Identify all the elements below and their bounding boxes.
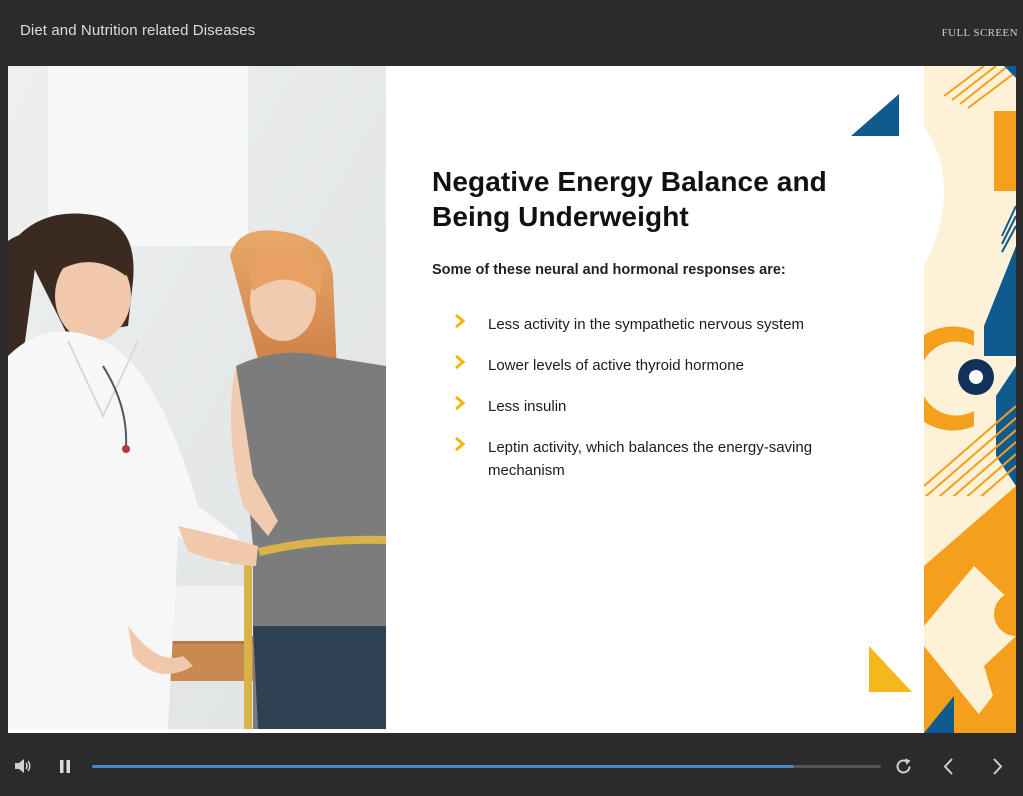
replay-icon[interactable] <box>894 757 913 776</box>
bullet-text: Lower levels of active thyroid hormone <box>488 357 744 374</box>
volume-icon[interactable] <box>14 758 32 774</box>
progress-fill <box>92 765 795 768</box>
slide-title: Negative Energy Balance and Being Underw… <box>432 166 827 232</box>
course-player: Diet and Nutrition related Diseases FULL… <box>0 0 1023 796</box>
bullet-text: Less activity in the sympathetic nervous… <box>488 316 804 333</box>
chevron-right-icon[interactable] <box>989 757 1005 776</box>
decorative-triangle-top <box>851 94 899 136</box>
decorative-triangle-bottom <box>869 646 912 692</box>
list-item: Less activity in the sympathetic nervous… <box>454 313 872 336</box>
course-title: Diet and Nutrition related Diseases <box>20 22 256 39</box>
slide: Negative Energy Balance and Being Underw… <box>8 66 1016 733</box>
progress-bar[interactable] <box>92 765 881 768</box>
fullscreen-button[interactable]: FULL SCREEN <box>942 27 1018 39</box>
slide-photo <box>8 66 386 729</box>
slide-content: Negative Energy Balance and Being Underw… <box>432 164 872 503</box>
chevron-right-icon <box>455 354 466 370</box>
chevron-right-icon <box>455 313 466 329</box>
chevron-right-icon <box>455 436 466 452</box>
chevron-left-icon[interactable] <box>941 757 957 776</box>
list-item: Less insulin <box>454 395 872 418</box>
decorative-pattern <box>924 66 1016 733</box>
bullet-text: Less insulin <box>488 398 567 415</box>
pause-icon[interactable] <box>59 759 71 774</box>
list-item: Leptin activity, which balances the ener… <box>454 436 872 482</box>
bullet-list: Less activity in the sympathetic nervous… <box>432 313 872 482</box>
bullet-text: Leptin activity, which balances the ener… <box>488 439 813 479</box>
player-controls <box>0 733 1023 796</box>
list-item: Lower levels of active thyroid hormone <box>454 354 872 377</box>
slide-subtitle: Some of these neural and hormonal respon… <box>432 262 786 278</box>
top-bar: Diet and Nutrition related Diseases FULL… <box>0 0 1023 66</box>
chevron-right-icon <box>455 395 466 411</box>
